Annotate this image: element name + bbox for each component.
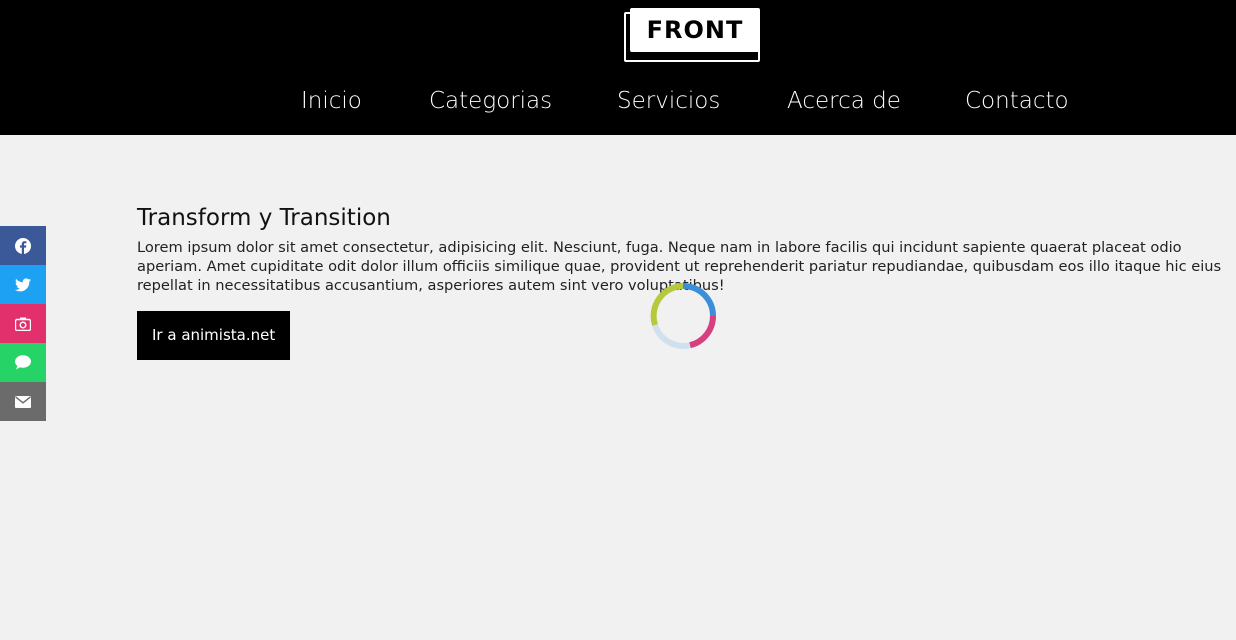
main-nav: Inicio Categorias Servicios Acerca de Co… xyxy=(0,84,1236,118)
nav-item-acerca-de[interactable]: Acerca de xyxy=(787,84,901,118)
instagram-share-button[interactable] xyxy=(0,304,46,343)
whatsapp-share-button[interactable] xyxy=(0,343,46,382)
spinner-segment-green xyxy=(650,283,684,326)
animista-link-button[interactable]: Ir a animista.net xyxy=(137,311,291,360)
page-title: Transform y Transition xyxy=(137,205,391,231)
nav-item-contacto[interactable]: Contacto xyxy=(965,84,1069,118)
camera-icon xyxy=(15,317,31,331)
chat-icon xyxy=(15,355,31,370)
nav-item-inicio[interactable]: Inicio xyxy=(301,84,362,118)
facebook-icon xyxy=(15,237,31,254)
spinner-segment-light xyxy=(652,323,691,349)
logo-text: FRONT xyxy=(646,16,744,44)
nav-item-servicios[interactable]: Servicios xyxy=(617,84,720,118)
logo[interactable]: FRONT xyxy=(624,8,764,62)
spinner-segment-blue xyxy=(682,283,716,317)
spinner-segment-pink xyxy=(689,315,716,349)
facebook-share-button[interactable] xyxy=(0,226,46,265)
email-share-button[interactable] xyxy=(0,382,46,421)
twitter-share-button[interactable] xyxy=(0,265,46,304)
site-header: FRONT Inicio Categorias Servicios Acerca… xyxy=(0,0,1236,135)
loading-spinner-icon xyxy=(650,283,716,349)
envelope-icon xyxy=(15,395,31,408)
nav-item-categorias[interactable]: Categorias xyxy=(429,84,552,118)
social-share-bar xyxy=(0,226,46,421)
logo-plate: FRONT xyxy=(630,8,760,52)
twitter-icon xyxy=(15,277,31,291)
